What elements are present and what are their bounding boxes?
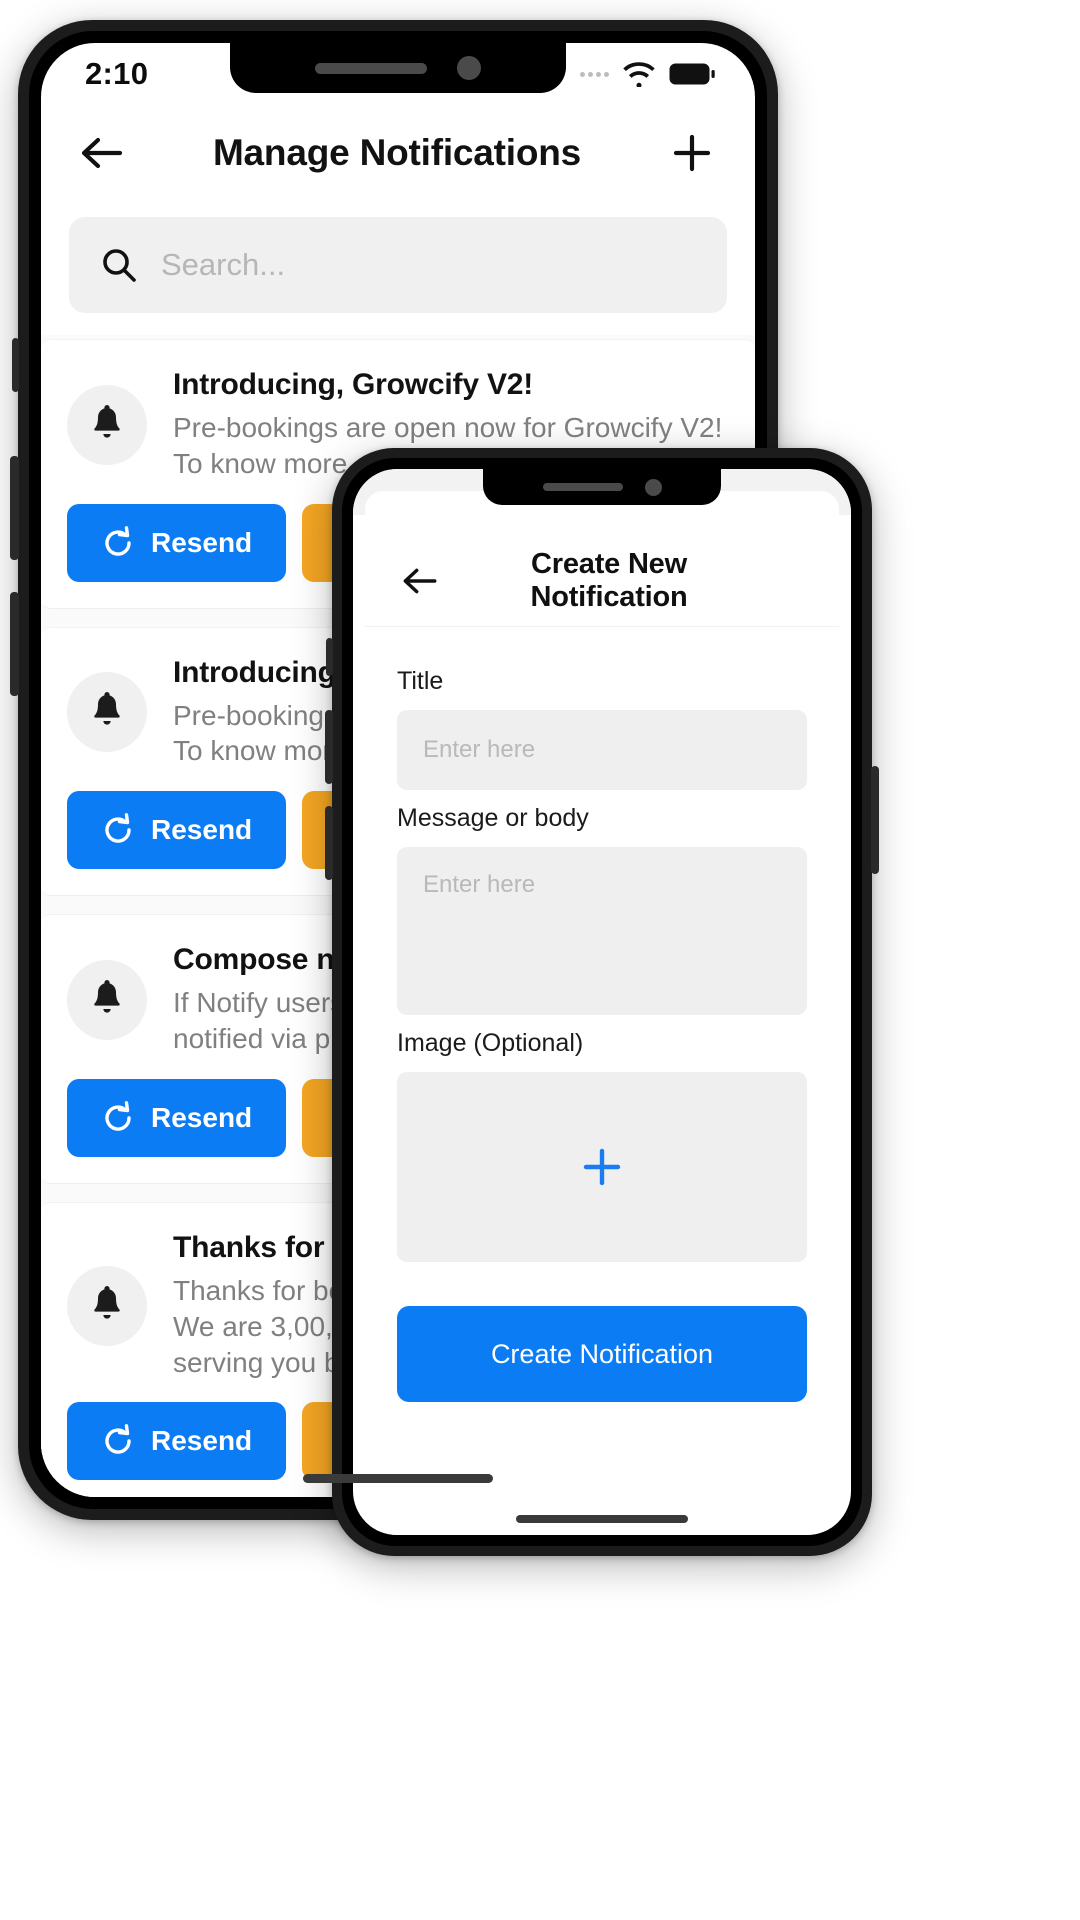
volume-up-button[interactable] — [325, 710, 333, 784]
mute-switch[interactable] — [326, 638, 333, 676]
app-bar: Manage Notifications — [41, 105, 755, 201]
page-title: Create New Notification — [530, 547, 688, 613]
status-bar: 2:10 — [41, 43, 755, 105]
phone-front-device: Create New Notification Title Enter here… — [325, 448, 879, 1556]
phone-front-notch — [483, 469, 721, 505]
plus-icon[interactable] — [663, 124, 721, 182]
volume-down-button[interactable] — [10, 592, 19, 696]
home-indicator — [516, 1515, 688, 1523]
bell-icon — [67, 960, 147, 1041]
message-placeholder: Enter here — [423, 871, 536, 898]
volume-up-button[interactable] — [10, 456, 19, 560]
search-input[interactable]: Search... — [69, 217, 727, 313]
back-arrow-icon[interactable] — [73, 124, 131, 182]
create-notification-button[interactable]: Create Notification — [397, 1306, 807, 1402]
app-bar: Create New Notification — [365, 535, 839, 627]
battery-full-icon — [669, 63, 715, 85]
power-button[interactable] — [871, 766, 879, 874]
resend-button[interactable]: Resend — [67, 503, 287, 582]
resend-button[interactable]: Resend — [67, 791, 287, 870]
earpiece-speaker — [542, 483, 623, 491]
status-bar-clock: 2:10 — [85, 56, 149, 91]
resend-label: Resend — [151, 526, 253, 558]
volume-down-button[interactable] — [325, 806, 333, 880]
resend-label: Resend — [151, 1101, 253, 1133]
notification-title: Introducing, Growcify V2! — [173, 368, 534, 401]
create-notification-form: Title Enter here Message or body Enter h… — [365, 627, 839, 1402]
refresh-icon — [105, 1424, 131, 1455]
resend-label: Resend — [151, 1425, 253, 1457]
wifi-icon — [623, 62, 655, 87]
title-placeholder: Enter here — [423, 736, 536, 763]
page-title: Manage Notifications — [212, 132, 582, 173]
resend-button[interactable]: Resend — [67, 1402, 287, 1481]
image-field-label: Image (Optional) — [397, 1029, 584, 1057]
message-input[interactable]: Enter here — [397, 847, 807, 1015]
image-upload-dropzone[interactable] — [397, 1072, 807, 1262]
signal-dots-icon — [580, 71, 609, 77]
bell-icon — [67, 1265, 147, 1346]
create-notification-sheet: Create New Notification Title Enter here… — [365, 491, 839, 1535]
refresh-icon — [105, 1101, 131, 1131]
back-arrow-icon[interactable] — [391, 552, 449, 610]
mute-switch[interactable] — [12, 338, 19, 392]
refresh-icon — [105, 525, 131, 556]
plus-icon — [583, 1148, 621, 1186]
bell-icon — [67, 384, 147, 465]
search-placeholder: Search... — [161, 247, 286, 282]
resend-label: Resend — [151, 814, 253, 846]
phone-front-screen: Create New Notification Title Enter here… — [353, 469, 851, 1535]
message-field-label: Message or body — [397, 804, 589, 832]
bell-icon — [67, 672, 147, 753]
refresh-icon — [105, 813, 131, 844]
create-notification-label: Create Notification — [490, 1338, 714, 1369]
search-section: Search... — [41, 201, 755, 335]
search-icon — [103, 249, 136, 282]
resend-button[interactable]: Resend — [67, 1078, 287, 1157]
home-indicator — [303, 1474, 493, 1483]
screenshot-canvas: 2:10 Manage Notifications Search... Intr… — [0, 0, 1080, 1920]
title-field-label: Title — [397, 667, 444, 695]
front-camera — [644, 478, 662, 496]
phone-front-bezel: Create New Notification Title Enter here… — [342, 458, 862, 1546]
title-input[interactable]: Enter here — [397, 710, 807, 790]
